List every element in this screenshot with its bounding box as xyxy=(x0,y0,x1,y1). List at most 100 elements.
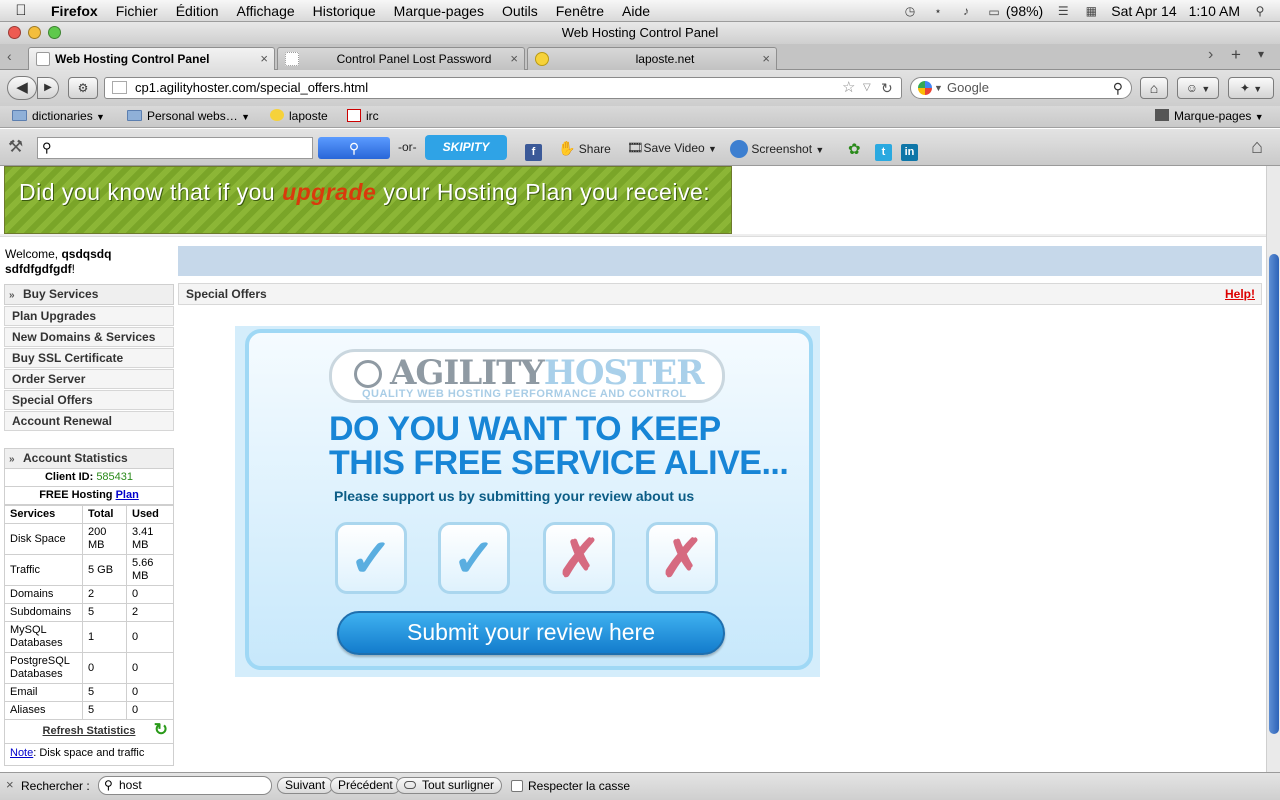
google-engine-icon[interactable] xyxy=(918,81,932,95)
apple-menu-icon[interactable]:  xyxy=(0,2,42,19)
back-button[interactable]: ◀ xyxy=(7,76,37,100)
battery-status[interactable]: ▭ (98%) xyxy=(986,3,1043,19)
addon-toolbar-button[interactable]: ☺ ▼ xyxy=(1177,77,1219,99)
home-icon[interactable]: ⌂ xyxy=(1251,136,1263,159)
bookmark-irc[interactable]: irc xyxy=(347,109,379,123)
bookmark-laposte[interactable]: laposte xyxy=(270,109,328,123)
web-search-box[interactable]: ▼ Google ⚲ xyxy=(910,77,1132,99)
skipity-toolbar: ⚒ ⚲ ⚲ -or- SKIPITY f ✋ Share 🎞Save Video… xyxy=(0,129,1280,166)
bookmarks-menu-button[interactable]: Marque-pages ▼ xyxy=(1155,109,1264,123)
menu-item-order-server[interactable]: Order Server xyxy=(4,369,174,389)
extension-menu-button[interactable]: ✦ ▼ xyxy=(1228,77,1274,99)
clock-date[interactable]: Sat Apr 14 xyxy=(1111,3,1176,19)
url-history-dropdown-icon[interactable]: ▽ xyxy=(863,78,871,98)
table-row: Aliases 5 0 xyxy=(4,701,174,720)
help-link[interactable]: Help! xyxy=(1225,284,1255,304)
toolbar-wrench-icon[interactable]: ⚒ xyxy=(8,137,23,157)
bookmark-folder-personal-webs[interactable]: Personal webs… ▼ xyxy=(127,109,250,123)
tab-laposte[interactable]: laposte.net × xyxy=(527,47,777,70)
menu-item-plan-upgrades[interactable]: Plan Upgrades xyxy=(4,306,174,326)
menu-item-special-offers[interactable]: Special Offers xyxy=(4,390,174,410)
twitter-button[interactable]: t xyxy=(875,140,892,161)
save-video-button[interactable]: 🎞Save Video ▼ xyxy=(627,140,717,156)
menu-item-buy-ssl[interactable]: Buy SSL Certificate xyxy=(4,348,174,368)
clock-time[interactable]: 1:10 AM xyxy=(1189,3,1240,19)
bluetooth-icon[interactable]: ⋆ xyxy=(930,4,946,18)
menu-outils[interactable]: Outils xyxy=(493,3,547,19)
tabs-scroll-right-icon[interactable]: › xyxy=(1208,46,1213,64)
macos-menu-bar:  Firefox Fichier Édition Affichage Hist… xyxy=(0,0,1280,22)
vertical-scrollbar[interactable] xyxy=(1266,166,1280,772)
tab-control-panel-lost-password[interactable]: Control Panel Lost Password × xyxy=(277,47,525,70)
facebook-button[interactable]: f xyxy=(525,140,542,161)
linkedin-button[interactable]: in xyxy=(901,140,918,161)
close-tab-icon[interactable]: × xyxy=(762,48,770,70)
linkedin-icon: in xyxy=(901,144,918,161)
tab-web-hosting-control-panel[interactable]: Web Hosting Control Panel × xyxy=(28,47,275,70)
close-find-bar-icon[interactable]: × xyxy=(6,777,14,792)
menu-item-new-domains[interactable]: New Domains & Services xyxy=(4,327,174,347)
scrollbar-thumb[interactable] xyxy=(1269,254,1279,734)
menu-marque-pages[interactable]: Marque-pages xyxy=(385,3,493,19)
share-button[interactable]: ✋ Share xyxy=(558,140,611,157)
review-promo-banner[interactable]: AGILITYHOSTER QUALITY WEB HOSTING PERFOR… xyxy=(235,326,820,677)
zoom-window-icon[interactable] xyxy=(48,26,61,39)
menu-header-buy-services[interactable]: » Buy Services xyxy=(4,284,174,305)
find-input[interactable]: ⚲ host xyxy=(98,776,272,795)
bookmarks-menu-label: Marque-pages xyxy=(1174,109,1252,123)
refresh-icon[interactable]: ↻ xyxy=(154,719,168,741)
spotlight-search-icon[interactable]: ⚲ xyxy=(1252,4,1268,18)
list-all-tabs-icon[interactable]: ▾ xyxy=(1258,47,1264,61)
upgrade-banner[interactable]: Did you know that if you upgrade your Ho… xyxy=(4,166,732,234)
screenshot-button[interactable]: Screenshot ▼ xyxy=(730,140,824,158)
promo-headline-line1: DO YOU WANT TO KEEP xyxy=(329,410,721,448)
menu-historique[interactable]: Historique xyxy=(304,3,385,19)
time-machine-icon[interactable]: ◷ xyxy=(902,4,918,18)
url-bar[interactable]: cp1.agilityhoster.com/special_offers.htm… xyxy=(104,77,902,99)
forward-button[interactable]: ▶ xyxy=(37,77,59,99)
find-next-button[interactable]: Suivant xyxy=(277,777,334,794)
new-tab-icon[interactable]: + xyxy=(1231,45,1241,65)
match-case-checkbox[interactable]: Respecter la casse xyxy=(511,779,630,793)
submit-review-button[interactable]: Submit your review here xyxy=(337,611,725,655)
close-tab-icon[interactable]: × xyxy=(510,48,518,70)
laposte-icon xyxy=(270,109,284,121)
tabs-scroll-left-icon[interactable]: ‹ xyxy=(7,48,12,64)
wifi-icon[interactable]: ☰ xyxy=(1055,4,1071,18)
menu-fenetre[interactable]: Fenêtre xyxy=(547,3,613,19)
skipity-logo-button[interactable]: SKIPITY xyxy=(425,135,507,160)
menu-fichier[interactable]: Fichier xyxy=(107,3,167,19)
close-window-icon[interactable] xyxy=(8,26,21,39)
logo-tagline: QUALITY WEB HOSTING PERFORMANCE AND CONT… xyxy=(362,388,687,400)
calendar-icon[interactable]: ▦ xyxy=(1083,4,1099,18)
bookmark-folder-dictionaries[interactable]: dictionaries ▼ xyxy=(12,109,105,123)
menu-app-firefox[interactable]: Firefox xyxy=(42,3,107,19)
menu-aide[interactable]: Aide xyxy=(613,3,659,19)
find-previous-button[interactable]: Précédent xyxy=(330,777,401,794)
reload-icon[interactable]: ↻ xyxy=(881,78,893,98)
menu-item-account-renewal[interactable]: Account Renewal xyxy=(4,411,174,431)
minimize-window-icon[interactable] xyxy=(28,26,41,39)
service-name: Disk Space xyxy=(4,523,83,555)
highlight-all-button[interactable]: Tout surligner xyxy=(396,777,503,794)
search-magnifier-icon[interactable]: ⚲ xyxy=(1113,78,1123,98)
thumbs-up-icon: ✋ xyxy=(558,140,576,156)
volume-icon[interactable]: ♪ xyxy=(958,4,974,18)
engine-dropdown-icon[interactable]: ▼ xyxy=(934,78,943,98)
tab-label: laposte.net xyxy=(635,52,695,66)
bookmark-star-icon[interactable]: ☆ xyxy=(842,78,855,98)
menu-edition[interactable]: Édition xyxy=(167,3,228,19)
menu-affichage[interactable]: Affichage xyxy=(228,3,304,19)
refresh-statistics-link[interactable]: Refresh Statistics xyxy=(43,725,136,737)
plan-link[interactable]: Plan xyxy=(116,489,139,501)
welcome-message: Welcome, qsdqsdq sdfdfgdfgdf! xyxy=(5,247,175,277)
home-button[interactable]: ⌂ xyxy=(1140,77,1168,99)
forward-arrow-icon: ▶ xyxy=(44,82,52,93)
multicolor-addon-button[interactable]: ✿ xyxy=(848,140,861,158)
note-link[interactable]: Note xyxy=(10,747,33,759)
site-identity-button[interactable]: ⚙ xyxy=(68,77,98,99)
stats-header[interactable]: » Account Statistics xyxy=(4,448,174,469)
skipity-search-button[interactable]: ⚲ xyxy=(318,137,390,159)
close-tab-icon[interactable]: × xyxy=(260,48,268,70)
skipity-search-input[interactable]: ⚲ xyxy=(37,137,313,159)
